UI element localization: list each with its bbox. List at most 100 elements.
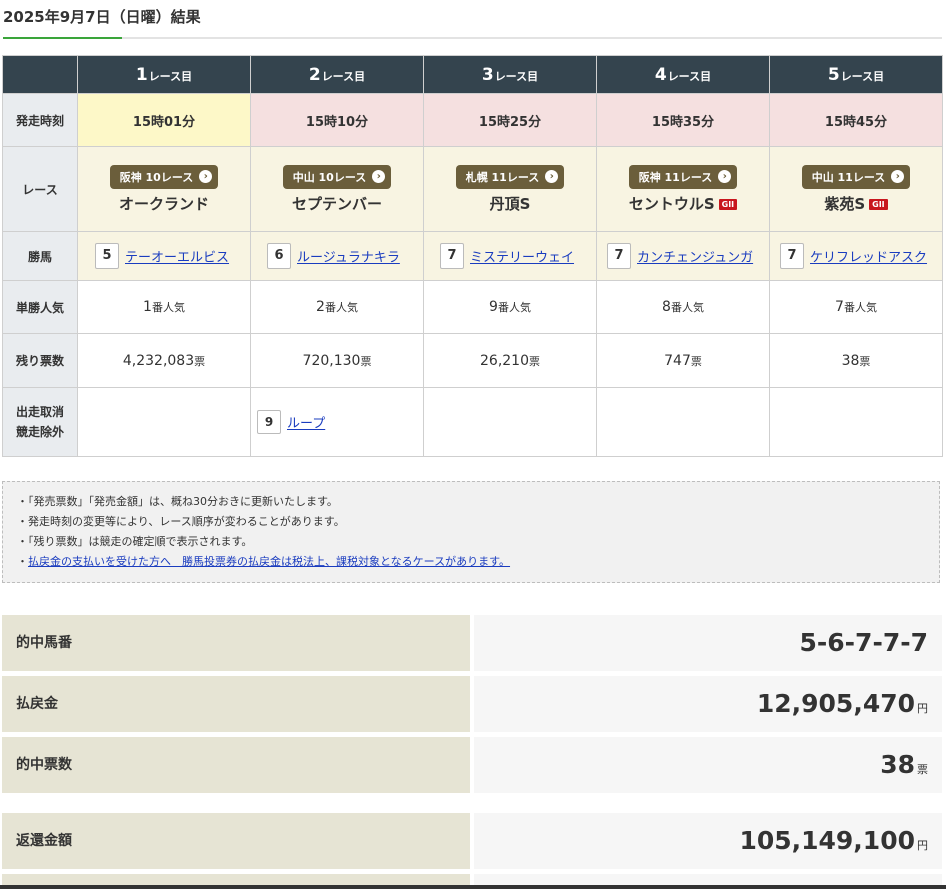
race-info-cell: 中山 11レース › 紫苑S GII	[769, 146, 943, 232]
row-label-win-popularity: 単勝人気	[2, 280, 78, 334]
race-header-4: 4レース目	[596, 55, 770, 94]
row-label-winner: 勝馬	[2, 231, 78, 281]
winner-horse-link[interactable]: ケリフレッドアスク	[810, 251, 927, 266]
start-time-cell: 15時45分	[769, 93, 943, 147]
race-results-table: 1レース目 2レース目 3レース目 4レース目 5レース目 発走時刻 15時01…	[2, 55, 943, 457]
horse-number-box: 5	[95, 243, 119, 269]
chevron-right-icon: ›	[718, 170, 732, 183]
summary-label	[2, 874, 470, 885]
win-popularity-row: 単勝人気 1番人気 2番人気 9番人気 8番人気 7番人気	[2, 280, 943, 334]
row-label-remaining-votes: 残り票数	[2, 333, 78, 388]
summary-value: 5-6-7-7-7	[474, 615, 942, 671]
row-label-start-time: 発走時刻	[2, 93, 78, 147]
race-venue-button[interactable]: 阪神 10レース ›	[109, 164, 219, 189]
title-accent-bar	[3, 37, 122, 39]
race-venue-button[interactable]: 阪神 11レース ›	[628, 164, 738, 189]
summary-value: 38 票	[474, 737, 942, 793]
summary-label: 払戻金	[2, 676, 470, 732]
summary-payout: 払戻金 12,905,470 円	[2, 676, 942, 732]
header-corner	[2, 55, 78, 94]
winner-cell: 6 ルージュラナキラ	[250, 231, 424, 281]
winner-cell: 7 ケリフレッドアスク	[769, 231, 943, 281]
row-label-race: レース	[2, 146, 78, 232]
summary-refund: 返還金額 105,149,100 円	[2, 813, 942, 869]
race-venue-button[interactable]: 中山 11レース ›	[801, 164, 911, 189]
winner-cell: 7 カンチェンジュンガ	[596, 231, 770, 281]
note-line: ・「残り票数」は競走の確定順で表示されます。	[17, 535, 253, 548]
summary-next-row	[2, 874, 942, 885]
race-venue-button[interactable]: 札幌 11レース ›	[455, 164, 565, 189]
votes-cell: 720,130票	[250, 333, 424, 388]
notes-box: ・「発売票数」「発売金額」は、概ね30分おきに更新いたします。 ・発走時刻の変更…	[2, 481, 940, 583]
chevron-right-icon: ›	[545, 170, 559, 183]
chevron-right-icon: ›	[199, 170, 213, 183]
race-info-row: レース 阪神 10レース › オークランド 中山 10レース › セプテンバー 札幌…	[2, 146, 943, 232]
summary-value: 12,905,470 円	[474, 676, 942, 732]
summary-value	[474, 874, 942, 885]
note-line: ・発走時刻の変更等により、レース順序が変わることがあります。	[17, 515, 345, 528]
winner-horse-link[interactable]: ミステリーウェイ	[470, 251, 574, 266]
race-header-3: 3レース目	[423, 55, 597, 94]
horse-number-box: 7	[440, 243, 464, 269]
summary-value: 105,149,100 円	[474, 813, 942, 869]
winner-cell: 7 ミステリーウェイ	[423, 231, 597, 281]
race-venue-button[interactable]: 中山 10レース ›	[282, 164, 392, 189]
race-info-cell: 中山 10レース › セプテンバー	[250, 146, 424, 232]
summary-label: 的中票数	[2, 737, 470, 793]
race-name: オークランド	[118, 194, 209, 213]
scratch-cell: 9 ループ	[250, 387, 424, 457]
grade-badge: GII	[718, 198, 738, 210]
winner-horse-link[interactable]: ルージュラナキラ	[297, 251, 400, 266]
bottom-border	[0, 885, 946, 889]
note-line: ・「発売票数」「発売金額」は、概ね30分おきに更新いたします。	[17, 495, 338, 508]
summary-label: 返還金額	[2, 813, 470, 869]
race-name: セントウルS GII	[597, 193, 769, 214]
votes-cell: 747票	[596, 333, 770, 388]
race-header-row: 1レース目 2レース目 3レース目 4レース目 5レース目	[2, 55, 943, 94]
votes-cell: 38票	[769, 333, 943, 388]
race-info-cell: 札幌 11レース › 丹頂S	[423, 146, 597, 232]
scratched-horse-link[interactable]: ループ	[287, 417, 325, 432]
popularity-cell: 2番人気	[250, 280, 424, 334]
chevron-right-icon: ›	[372, 170, 386, 183]
race-header-2: 2レース目	[250, 55, 424, 94]
race-info-cell: 阪神 10レース › オークランド	[77, 146, 251, 232]
race-name: 丹頂S	[489, 194, 531, 213]
page-title: 2025年9月7日（日曜）結果	[3, 8, 201, 26]
race-header-1: 1レース目	[77, 55, 251, 94]
chevron-right-icon: ›	[891, 170, 905, 183]
start-time-cell: 15時10分	[250, 93, 424, 147]
start-time-row: 発走時刻 15時01分 15時10分 15時25分 15時35分 15時45分	[2, 93, 943, 147]
summary-label: 的中馬番	[2, 615, 470, 671]
scratch-cell	[77, 387, 251, 457]
popularity-cell: 1番人気	[77, 280, 251, 334]
winner-cell: 5 テーオーエルビス	[77, 231, 251, 281]
summary-hit-numbers: 的中馬番 5-6-7-7-7	[2, 615, 942, 671]
race-header-5: 5レース目	[769, 55, 943, 94]
start-time-cell: 15時25分	[423, 93, 597, 147]
popularity-cell: 9番人気	[423, 280, 597, 334]
race-info-cell: 阪神 11レース › セントウルS GII	[596, 146, 770, 232]
horse-number-box: 7	[607, 243, 631, 269]
scratch-cell	[596, 387, 770, 457]
race-name: 紫苑S GII	[770, 193, 942, 214]
start-time-cell: 15時01分	[77, 93, 251, 147]
note-line: ・払戻金の支払いを受けた方へ 勝馬投票券の払戻金は税法上、課税対象となるケースが…	[17, 555, 511, 568]
horse-number-box: 6	[267, 243, 291, 269]
scratch-cell	[769, 387, 943, 457]
horse-number-box: 9	[257, 410, 281, 434]
tax-info-link[interactable]: 払戻金の支払いを受けた方へ 勝馬投票券の払戻金は税法上、課税対象となるケースがあ…	[28, 555, 510, 568]
winner-row: 勝馬 5 テーオーエルビス 6 ルージュラナキラ 7 ミステリーウェイ 7 カンチェンジ…	[2, 231, 943, 281]
summary-hit-votes: 的中票数 38 票	[2, 737, 942, 793]
scratch-row: 出走取消 競走除外 9 ループ	[2, 387, 943, 457]
grade-badge: GII	[869, 198, 888, 210]
scratch-cell	[423, 387, 597, 457]
title-divider	[3, 37, 942, 39]
votes-cell: 26,210票	[423, 333, 597, 388]
remaining-votes-row: 残り票数 4,232,083票 720,130票 26,210票 747票 38…	[2, 333, 943, 388]
row-label-scratch: 出走取消 競走除外	[2, 387, 78, 457]
winner-horse-link[interactable]: テーオーエルビス	[125, 251, 229, 266]
winner-horse-link[interactable]: カンチェンジュンガ	[637, 251, 753, 266]
horse-number-box: 7	[780, 243, 804, 269]
start-time-cell: 15時35分	[596, 93, 770, 147]
